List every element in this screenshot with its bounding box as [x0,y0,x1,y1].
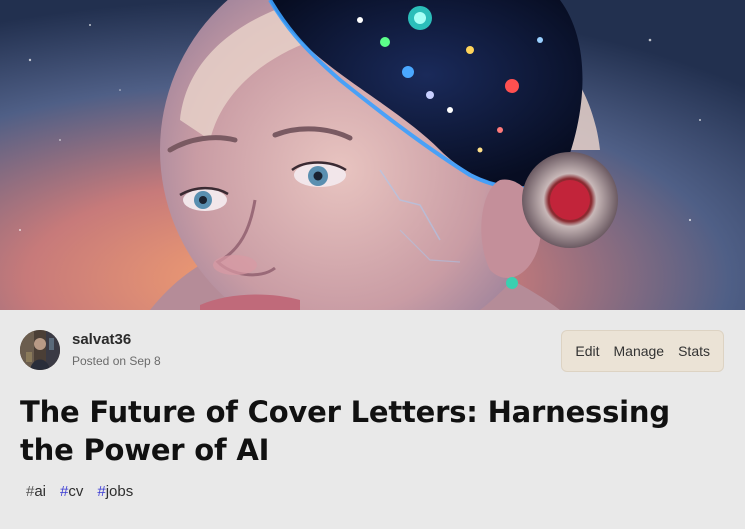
stats-button[interactable]: Stats [671,341,717,361]
article-page: salvat36 Posted on Sep 8 Edit Manage Sta… [0,0,745,529]
author-meta: salvat36 Posted on Sep 8 [72,330,161,370]
manage-button[interactable]: Manage [607,341,672,361]
tag-label: ai [34,483,47,500]
tag-cv[interactable]: #cv [54,480,89,503]
tag-jobs[interactable]: #jobs [91,480,139,503]
article-header: salvat36 Posted on Sep 8 Edit Manage Sta… [0,310,745,529]
article-title: The Future of Cover Letters: Harnessing … [20,395,670,467]
edit-button[interactable]: Edit [568,341,606,361]
author-name[interactable]: salvat36 [72,330,161,350]
author-actions: Edit Manage Stats [561,330,724,372]
cover-image [0,0,745,310]
tag-label: cv [68,483,84,500]
tag-list: #ai #cv #jobs [20,480,141,503]
posted-date: Posted on Sep 8 [72,354,161,368]
tag-ai[interactable]: #ai [20,480,52,503]
tag-hash: # [97,483,106,500]
tag-label: jobs [105,483,134,500]
author-row: salvat36 Posted on Sep 8 [20,330,161,370]
author-avatar[interactable] [20,330,60,370]
